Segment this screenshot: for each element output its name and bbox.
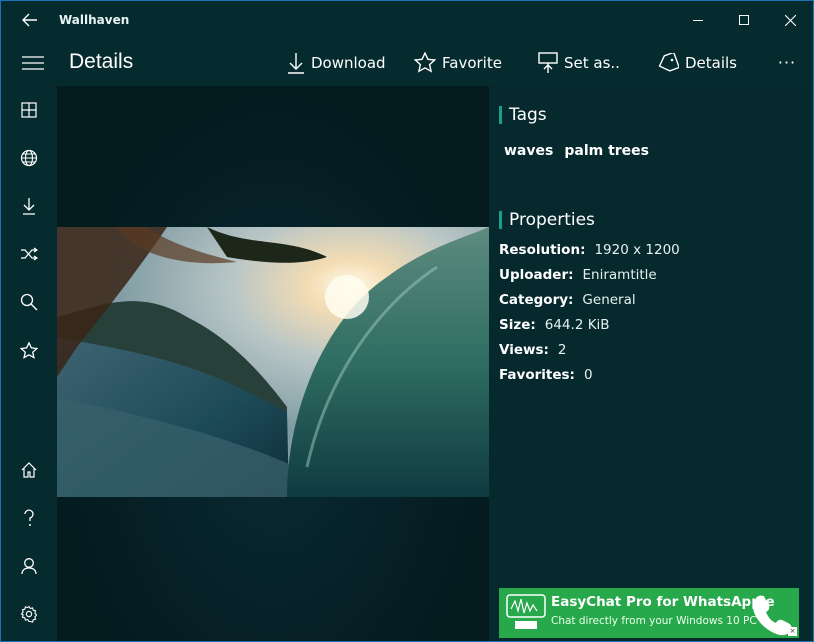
properties-heading: Properties	[499, 211, 595, 229]
property-key: Uploader:	[499, 267, 574, 283]
property-key: Category:	[499, 292, 574, 308]
more-button[interactable]: ···	[777, 39, 797, 86]
star-icon	[414, 52, 436, 73]
nav-help-button[interactable]	[15, 504, 43, 532]
minimize-icon	[693, 20, 703, 21]
properties-list: Resolution: 1920 x 1200 Uploader: Eniram…	[499, 242, 680, 392]
tag-icon	[658, 52, 679, 72]
property-value: 0	[583, 367, 593, 383]
back-button[interactable]	[1, 1, 59, 39]
hamburger-icon	[22, 56, 44, 70]
info-pane: Tags waves palm trees Properties Resolut…	[489, 86, 813, 641]
help-icon	[24, 509, 34, 526]
property-row: Resolution: 1920 x 1200	[499, 242, 680, 267]
title-bar: Wallhaven	[1, 1, 813, 39]
close-icon	[784, 14, 796, 26]
hamburger-menu-button[interactable]	[11, 51, 55, 75]
download-icon	[288, 52, 304, 74]
left-nav	[1, 86, 57, 641]
nav-account-button[interactable]	[15, 552, 43, 580]
wave-picture	[57, 227, 489, 497]
app-title: Wallhaven	[59, 13, 130, 27]
property-row: Favorites: 0	[499, 367, 680, 392]
set-as-button[interactable]: Set as..	[538, 39, 620, 86]
maximize-button[interactable]	[721, 1, 767, 39]
details-label: Details	[685, 53, 738, 72]
nav-settings-button[interactable]	[15, 600, 43, 628]
nav-random-button[interactable]	[15, 240, 43, 268]
nav-search-button[interactable]	[15, 288, 43, 316]
nav-downloads-button[interactable]	[15, 192, 43, 220]
details-button[interactable]: Details	[657, 39, 737, 86]
ad-title: EasyChat Pro for WhatsApple	[551, 594, 775, 610]
command-bar: Details Download Favorite Set as.. Detai…	[1, 39, 813, 86]
home-icon	[21, 462, 37, 478]
property-row: Uploader: Eniramtitle	[499, 267, 680, 292]
ad-banner[interactable]: EasyChat Pro for WhatsApple Chat directl…	[499, 588, 799, 638]
tag-item[interactable]: waves	[504, 143, 553, 159]
shuffle-icon	[21, 247, 38, 261]
page-title: Details	[69, 50, 134, 73]
favorite-label: Favorite	[442, 53, 502, 72]
download-label: Download	[311, 53, 386, 72]
easychat-logo-icon	[506, 594, 546, 629]
globe-icon	[20, 149, 38, 167]
property-value: 1920 x 1200	[594, 242, 680, 258]
property-key: Favorites:	[499, 367, 575, 383]
account-icon	[21, 558, 37, 575]
minimize-button[interactable]	[675, 1, 721, 39]
nav-grid-button[interactable]	[15, 96, 43, 124]
caption-buttons	[675, 1, 813, 39]
nav-home-button[interactable]	[15, 456, 43, 484]
grid-icon	[21, 102, 37, 118]
wallpaper-image[interactable]	[57, 227, 489, 497]
property-row: Category: General	[499, 292, 680, 317]
favorite-button[interactable]: Favorite	[414, 39, 502, 86]
property-value: Eniramtitle	[582, 267, 657, 283]
nav-favorites-button[interactable]	[15, 336, 43, 364]
search-icon	[20, 293, 38, 311]
close-button[interactable]	[767, 1, 813, 39]
more-icon: ···	[777, 53, 797, 72]
property-row: Size: 644.2 KiB	[499, 317, 680, 342]
property-key: Size:	[499, 317, 536, 333]
maximize-icon	[739, 15, 749, 25]
property-key: Resolution:	[499, 242, 586, 258]
download-icon	[23, 198, 35, 215]
nav-globe-button[interactable]	[15, 144, 43, 172]
property-value: General	[582, 292, 636, 308]
image-pane	[57, 86, 489, 641]
tag-list: waves palm trees	[504, 143, 649, 159]
set-as-icon	[538, 51, 558, 73]
tags-heading: Tags	[499, 106, 547, 124]
star-icon	[20, 341, 38, 359]
property-key: Views:	[499, 342, 549, 358]
ad-subtitle: Chat directly from your Windows 10 PC	[551, 615, 757, 627]
property-value: 644.2 KiB	[544, 317, 610, 333]
back-arrow-icon	[22, 13, 37, 27]
tag-item[interactable]: palm trees	[564, 143, 649, 159]
download-button[interactable]: Download	[287, 39, 386, 86]
settings-icon	[20, 605, 38, 623]
property-row: Views: 2	[499, 342, 680, 367]
set-as-label: Set as..	[564, 53, 620, 72]
property-value: 2	[557, 342, 567, 358]
ad-close-button[interactable]: ×	[788, 627, 797, 636]
app-window: Wallhaven Details Download Favorite Set …	[0, 0, 814, 642]
